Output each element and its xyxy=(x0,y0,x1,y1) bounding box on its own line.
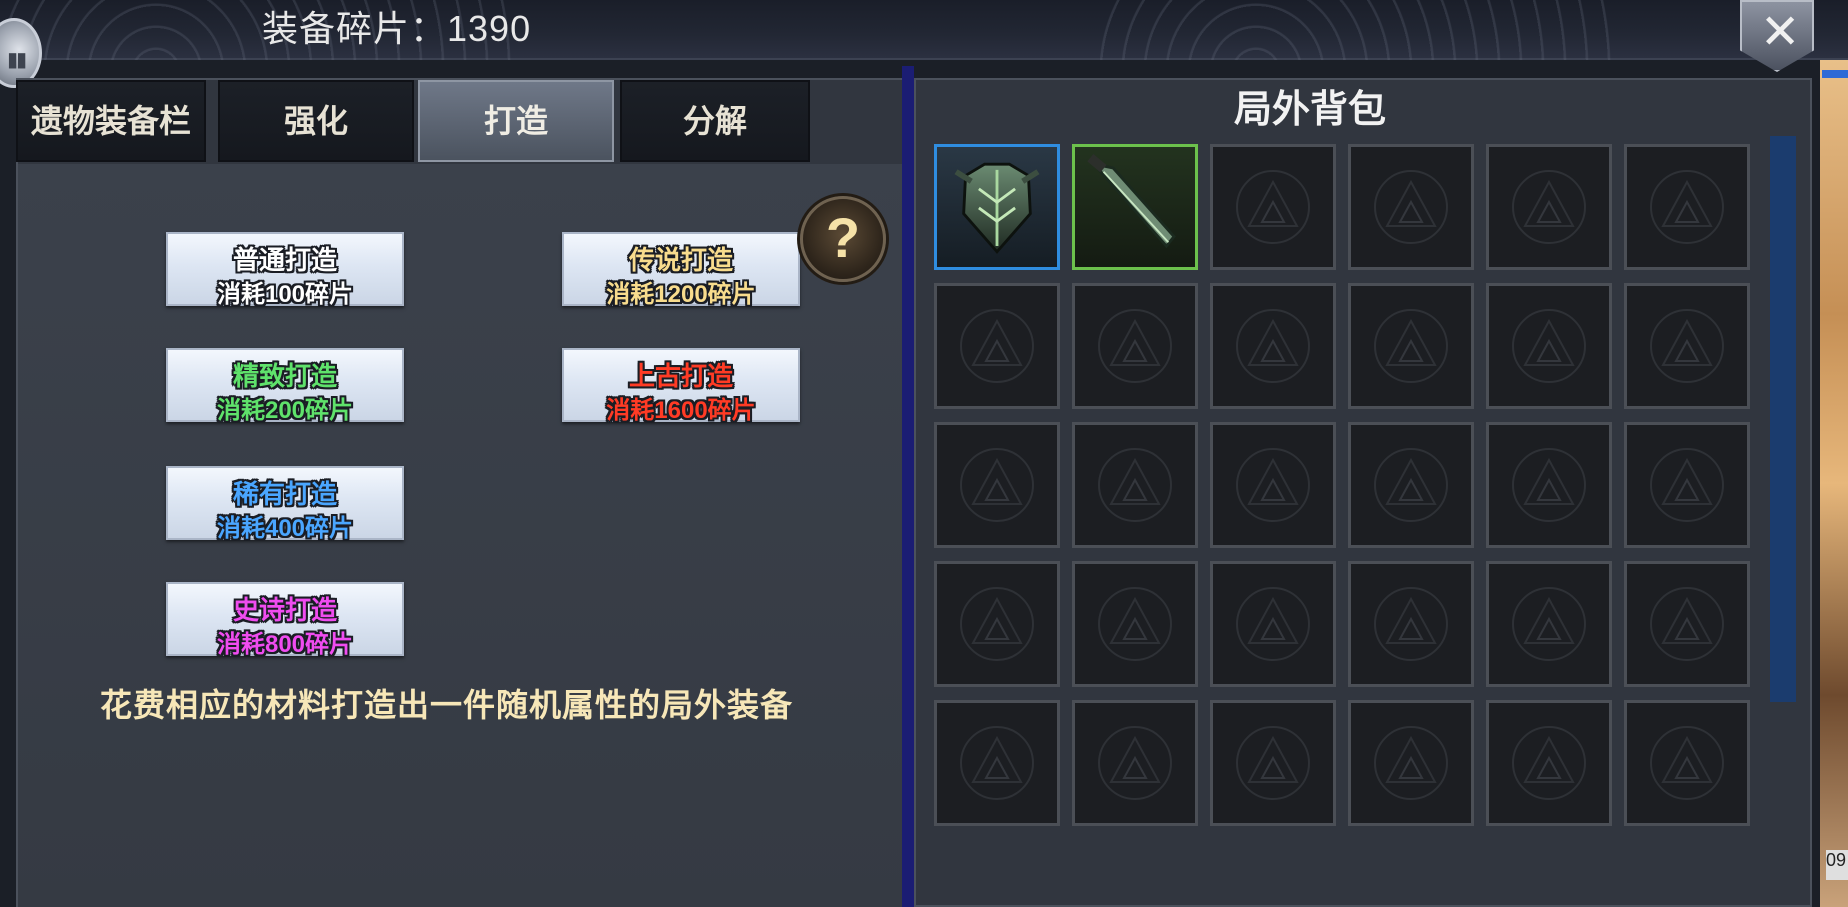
bag-slot[interactable] xyxy=(1486,283,1612,409)
close-button[interactable]: ✕ xyxy=(1740,0,1814,72)
forge-cost: 消耗800碎片 xyxy=(216,631,354,658)
forge-title: 史诗打造 xyxy=(232,595,337,625)
close-icon: ✕ xyxy=(1760,6,1801,59)
empty-slot-icon xyxy=(1236,170,1310,244)
empty-slot-icon xyxy=(1098,448,1172,522)
empty-slot-icon xyxy=(1650,587,1724,661)
bag-slot[interactable] xyxy=(1624,283,1750,409)
forge-description: 花费相应的材料打造出一件随机属性的局外装备 xyxy=(100,687,794,723)
bag-slot-item[interactable] xyxy=(934,144,1060,270)
empty-slot-icon xyxy=(1512,309,1586,383)
bag-slot[interactable] xyxy=(934,283,1060,409)
bag-slot[interactable] xyxy=(1348,144,1474,270)
dagger-icon xyxy=(1087,154,1176,249)
bag-scrollbar[interactable] xyxy=(1770,136,1796,702)
empty-slot-icon xyxy=(1374,726,1448,800)
empty-slot-icon xyxy=(1236,726,1310,800)
bag-slot[interactable] xyxy=(934,422,1060,548)
forge-title: 传说打造 xyxy=(628,245,733,275)
empty-slot-icon xyxy=(960,587,1034,661)
empty-slot-icon xyxy=(1512,587,1586,661)
bag-slot[interactable] xyxy=(1210,283,1336,409)
tab-relic-equipment[interactable]: 遗物装备栏 xyxy=(16,80,206,162)
bag-title: 局外背包 xyxy=(1233,89,1386,131)
forge-cost: 消耗400碎片 xyxy=(216,515,354,542)
bag-slot[interactable] xyxy=(1210,561,1336,687)
forge-title: 普通打造 xyxy=(232,245,337,275)
empty-slot-icon xyxy=(1650,170,1724,244)
forge-cost: 消耗100碎片 xyxy=(216,281,354,308)
forge-cost: 消耗1600碎片 xyxy=(606,397,756,424)
empty-slot-icon xyxy=(1374,309,1448,383)
forge-title: 精致打造 xyxy=(232,361,337,391)
empty-slot-icon xyxy=(1098,726,1172,800)
bag-slot[interactable] xyxy=(1486,422,1612,548)
forge-fine-button[interactable]: 精致打造 消耗200碎片 xyxy=(166,348,404,424)
bag-slot[interactable] xyxy=(1210,144,1336,270)
empty-slot-icon xyxy=(960,726,1034,800)
empty-slot-icon xyxy=(1236,587,1310,661)
bag-slot[interactable] xyxy=(1348,422,1474,548)
bag-slot[interactable] xyxy=(1348,561,1474,687)
empty-slot-icon xyxy=(1512,726,1586,800)
forge-panel xyxy=(16,78,904,907)
question-icon: ? xyxy=(825,206,861,269)
tab-forge[interactable]: 打造 xyxy=(418,80,614,162)
panel-divider xyxy=(902,66,914,907)
time-badge: 09 xyxy=(1826,850,1848,880)
bag-grid xyxy=(934,144,1754,826)
forge-legendary-button[interactable]: 传说打造 消耗1200碎片 xyxy=(562,232,800,308)
bag-slot[interactable] xyxy=(1486,700,1612,826)
equipment-fragment-counter: 装备碎片：1390 xyxy=(262,8,532,49)
forge-common-button[interactable]: 普通打造 消耗100碎片 xyxy=(166,232,404,308)
bag-slot[interactable] xyxy=(1210,700,1336,826)
bag-slot[interactable] xyxy=(1624,700,1750,826)
bag-slot-item[interactable] xyxy=(1072,144,1198,270)
bag-slot[interactable] xyxy=(1348,283,1474,409)
tab-enhance[interactable]: 强化 xyxy=(218,80,414,162)
empty-slot-icon xyxy=(1236,309,1310,383)
armor-icon xyxy=(954,162,1040,254)
empty-slot-icon xyxy=(1512,170,1586,244)
empty-slot-icon xyxy=(1374,448,1448,522)
forge-rare-button[interactable]: 稀有打造 消耗400碎片 xyxy=(166,466,404,542)
forge-ancient-button[interactable]: 上古打造 消耗1600碎片 xyxy=(562,348,800,424)
tab-dismantle[interactable]: 分解 xyxy=(620,80,810,162)
bag-slot[interactable] xyxy=(934,561,1060,687)
empty-slot-icon xyxy=(1098,587,1172,661)
bag-slot[interactable] xyxy=(1624,561,1750,687)
empty-slot-icon xyxy=(1098,309,1172,383)
bag-slot[interactable] xyxy=(1486,144,1612,270)
empty-slot-icon xyxy=(1374,587,1448,661)
game-background-strip xyxy=(1820,60,1848,907)
bag-slot[interactable] xyxy=(1072,283,1198,409)
forge-cost: 消耗1200碎片 xyxy=(606,281,756,308)
forge-title: 稀有打造 xyxy=(232,479,337,509)
help-button[interactable]: ? xyxy=(800,196,886,282)
empty-slot-icon xyxy=(1236,448,1310,522)
empty-slot-icon xyxy=(1650,448,1724,522)
empty-slot-icon xyxy=(960,448,1034,522)
bag-slot[interactable] xyxy=(1072,700,1198,826)
forge-epic-button[interactable]: 史诗打造 消耗800碎片 xyxy=(166,582,404,658)
empty-slot-icon xyxy=(1650,726,1724,800)
bag-slot[interactable] xyxy=(1486,561,1612,687)
empty-slot-icon xyxy=(1374,170,1448,244)
bag-slot[interactable] xyxy=(1624,144,1750,270)
background-blue-bar xyxy=(1822,70,1848,78)
bag-slot[interactable] xyxy=(1072,422,1198,548)
bag-slot[interactable] xyxy=(1210,422,1336,548)
bag-slot[interactable] xyxy=(1348,700,1474,826)
header-decoration xyxy=(1100,0,1620,60)
bag-slot[interactable] xyxy=(934,700,1060,826)
forge-title: 上古打造 xyxy=(628,361,733,391)
empty-slot-icon xyxy=(1512,448,1586,522)
forge-cost: 消耗200碎片 xyxy=(216,397,354,424)
empty-slot-icon xyxy=(960,309,1034,383)
bag-slot[interactable] xyxy=(1624,422,1750,548)
pause-icon: ▮▮ xyxy=(7,49,27,71)
bag-slot[interactable] xyxy=(1072,561,1198,687)
empty-slot-icon xyxy=(1650,309,1724,383)
